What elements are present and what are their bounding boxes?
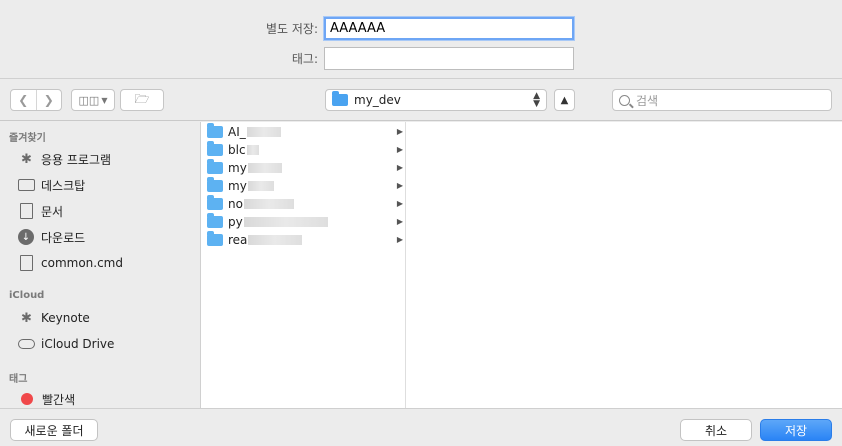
nav-group: ❮ ❯ — [10, 89, 62, 111]
folder-name: my — [228, 178, 247, 193]
folder-plus-icon: 🗁 — [134, 91, 150, 106]
sidebar-item-label: 다운로드 — [41, 230, 86, 245]
chevron-right-icon: ▶ — [396, 163, 403, 172]
tags-label: 태그: — [291, 52, 318, 66]
path-popup[interactable]: my_dev ▲ ▼ — [325, 89, 547, 111]
new-folder-icon-button[interactable]: 🗁 — [120, 89, 164, 111]
chevron-right-icon: ▶ — [396, 199, 403, 208]
blurred-text — [247, 162, 282, 173]
search-placeholder: 검색 — [636, 93, 659, 108]
folder-icon — [207, 158, 223, 174]
blurred-text — [248, 234, 303, 245]
folder-name: py — [228, 214, 243, 229]
search-icon — [619, 94, 630, 106]
folder-name: AI_ — [228, 124, 246, 139]
document-icon — [20, 203, 33, 219]
sidebar-item-label: common.cmd — [41, 256, 123, 270]
file-icon — [20, 255, 33, 271]
tags-header: 태그 — [9, 374, 28, 385]
blurred-text — [246, 144, 259, 155]
folder-name: blc — [228, 142, 246, 157]
view-options-button[interactable]: ◫◫ ▼ — [71, 89, 115, 111]
folder-name: my — [228, 160, 247, 175]
folder-icon — [207, 140, 223, 156]
sidebar-item-label: iCloud Drive — [41, 337, 115, 351]
sidebar-item-keynote[interactable]: ✱ Keynote — [18, 308, 90, 328]
folder-icon — [207, 176, 223, 192]
favorites-header: 즐겨찾기 — [9, 133, 46, 144]
sidebar-item-icloud-drive[interactable]: iCloud Drive — [18, 334, 114, 354]
blurred-text — [243, 198, 294, 209]
save-as-label: 별도 저장: — [265, 22, 318, 36]
chevron-right-icon[interactable]: ❯ — [37, 90, 62, 110]
blurred-text — [246, 126, 281, 137]
folder-icon — [207, 194, 223, 210]
chevron-right-icon: ▶ — [396, 127, 403, 136]
folder-icon — [332, 91, 348, 106]
search-field[interactable]: 검색 — [612, 89, 832, 111]
chevron-right-icon: ▶ — [396, 217, 403, 226]
list-item[interactable]: blc ▶ — [207, 140, 403, 158]
new-folder-button[interactable]: 새로운 폴더 — [10, 419, 98, 441]
applications-icon: ✱ — [21, 151, 32, 167]
sidebar-item-label: 문서 — [41, 204, 64, 219]
sidebar-item-downloads[interactable]: ↓ 다운로드 — [18, 227, 85, 247]
cloud-icon — [18, 339, 35, 349]
save-header: 별도 저장: 태그: — [0, 0, 842, 78]
red-tag-icon — [21, 393, 33, 405]
sidebar-item-label: 빨간색 — [42, 392, 76, 407]
chevron-right-icon: ▶ — [396, 181, 403, 190]
blurred-text — [247, 180, 274, 191]
list-item[interactable]: AI_ ▶ — [207, 122, 403, 140]
list-item[interactable]: py ▶ — [207, 212, 403, 230]
desktop-icon — [18, 179, 35, 191]
chevron-right-icon: ▶ — [396, 235, 403, 244]
list-item[interactable]: rea ▶ — [207, 230, 403, 248]
sidebar-item-label: 데스크탑 — [41, 178, 86, 193]
sidebar-item-label: 응용 프로그램 — [41, 152, 112, 167]
footer-bar: 새로운 폴더 취소 저장 — [0, 408, 842, 446]
folder-icon — [207, 212, 223, 228]
sidebar-item-desktop[interactable]: 데스크탑 — [18, 175, 85, 195]
updown-icon: ▲ ▼ — [533, 91, 540, 109]
folder-icon — [207, 122, 223, 138]
list-item[interactable]: my ▶ — [207, 158, 403, 176]
chevron-down-icon: ▼ — [101, 95, 108, 105]
blurred-text — [243, 216, 328, 227]
sidebar-item-applications[interactable]: ✱ 응용 프로그램 — [18, 149, 111, 169]
cancel-button[interactable]: 취소 — [680, 419, 752, 441]
save-as-input[interactable] — [324, 17, 574, 40]
chevron-up-icon: ▲ — [560, 94, 569, 106]
tags-input[interactable] — [324, 47, 574, 70]
toolbar: ❮ ❯ ◫◫ ▼ 🗁 my_dev ▲ ▼ ▲ 검색 — [0, 79, 842, 121]
icloud-header: iCloud — [9, 290, 45, 301]
keynote-icon: ✱ — [21, 310, 32, 326]
chevron-right-icon: ▶ — [396, 145, 403, 154]
expand-button[interactable]: ▲ — [554, 89, 575, 111]
list-item[interactable]: my ▶ — [207, 176, 403, 194]
columns-view-icon: ◫◫ — [78, 93, 100, 107]
sidebar-item-tag-red[interactable]: 빨간색 — [18, 389, 75, 408]
file-browser: AI_ ▶ blc ▶ my ▶ my ▶ no ▶ py ▶ rea ▶ — [200, 122, 842, 408]
sidebar-item-common-cmd[interactable]: common.cmd — [18, 253, 123, 273]
path-label: my_dev — [354, 93, 401, 107]
folder-icon — [207, 230, 223, 246]
chevron-left-icon[interactable]: ❮ — [11, 90, 37, 110]
folder-name: rea — [228, 232, 248, 247]
save-button[interactable]: 저장 — [760, 419, 832, 441]
sidebar: 즐겨찾기 ✱ 응용 프로그램 데스크탑 문서 ↓ 다운로드 common.cmd… — [0, 122, 200, 408]
sidebar-item-documents[interactable]: 문서 — [18, 201, 63, 221]
sidebar-item-label: Keynote — [41, 311, 90, 325]
browser-column: AI_ ▶ blc ▶ my ▶ my ▶ no ▶ py ▶ rea ▶ — [201, 122, 406, 408]
list-item[interactable]: no ▶ — [207, 194, 403, 212]
download-icon: ↓ — [18, 229, 34, 245]
folder-name: no — [228, 196, 243, 211]
